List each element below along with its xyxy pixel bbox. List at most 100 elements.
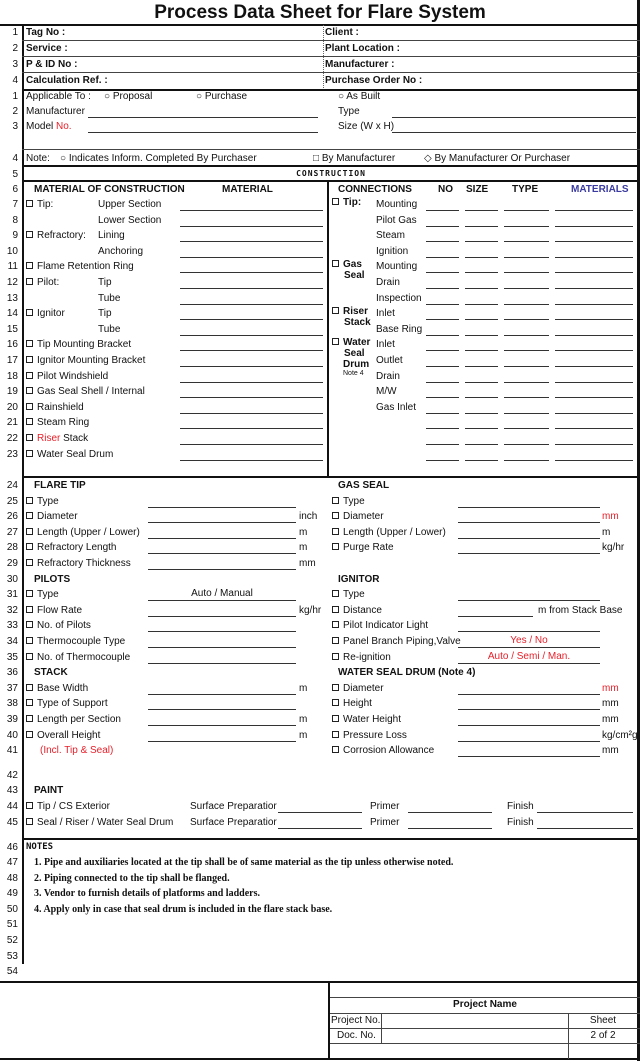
material-field[interactable] — [180, 366, 323, 367]
connection-type-field[interactable] — [504, 288, 549, 289]
connection-material-field[interactable] — [555, 366, 633, 367]
checkbox-icon[interactable] — [26, 512, 33, 520]
connection-type-field[interactable] — [504, 256, 549, 258]
connection-material-field[interactable] — [555, 272, 633, 274]
checkbox-icon[interactable] — [332, 307, 339, 315]
connection-material-field[interactable] — [555, 459, 633, 461]
field-input[interactable] — [148, 553, 296, 555]
material-field[interactable] — [180, 350, 323, 352]
connection-no-field[interactable] — [426, 288, 459, 289]
checkbox-icon[interactable] — [332, 198, 339, 205]
material-field[interactable] — [180, 428, 323, 430]
checkbox-icon[interactable] — [26, 434, 33, 441]
field-input[interactable] — [458, 553, 600, 555]
checkbox-icon[interactable] — [26, 715, 33, 722]
connection-no-field[interactable] — [426, 319, 459, 321]
connection-type-field[interactable] — [504, 428, 549, 430]
connection-no-field[interactable] — [426, 210, 459, 211]
header-field-label[interactable]: Tag No : — [26, 25, 65, 40]
field-input[interactable] — [148, 569, 296, 570]
checkbox-icon[interactable] — [26, 559, 33, 566]
connection-no-field[interactable] — [426, 241, 459, 243]
field-input[interactable] — [458, 506, 600, 508]
connection-type-field[interactable] — [504, 397, 549, 399]
connection-type-field[interactable] — [504, 303, 549, 305]
surface-prep-field[interactable] — [278, 812, 362, 813]
checkbox-icon[interactable] — [26, 683, 33, 691]
connection-type-field[interactable] — [504, 241, 549, 243]
connection-material-field[interactable] — [555, 397, 633, 399]
checkbox-icon[interactable] — [332, 527, 339, 535]
connection-no-field[interactable] — [426, 397, 459, 399]
field-input[interactable] — [148, 693, 296, 695]
checkbox-icon[interactable] — [332, 683, 339, 691]
field-input[interactable] — [458, 709, 600, 711]
field-input[interactable] — [148, 725, 296, 726]
finish-field[interactable] — [537, 827, 633, 829]
connection-type-field[interactable] — [504, 366, 549, 367]
connection-no-field[interactable] — [426, 444, 459, 445]
field-input[interactable] — [458, 725, 600, 726]
field-input[interactable] — [458, 600, 600, 602]
checkbox-icon[interactable] — [26, 402, 33, 410]
material-field[interactable] — [180, 319, 323, 321]
connection-material-field[interactable] — [555, 412, 633, 414]
field-input[interactable] — [458, 693, 600, 695]
checkbox-icon[interactable] — [332, 652, 339, 660]
connection-type-field[interactable] — [504, 210, 549, 211]
finish-field[interactable] — [537, 812, 633, 813]
connection-size-field[interactable] — [465, 350, 498, 352]
connection-size-field[interactable] — [465, 256, 498, 258]
field-input[interactable] — [148, 522, 296, 524]
material-field[interactable] — [180, 241, 323, 243]
checkbox-icon[interactable] — [332, 621, 339, 629]
material-field[interactable] — [180, 444, 323, 445]
checkbox-icon[interactable] — [26, 340, 33, 348]
checkbox-icon[interactable] — [332, 730, 339, 738]
connection-material-field[interactable] — [555, 288, 633, 289]
material-field[interactable] — [180, 210, 323, 211]
connection-no-field[interactable] — [426, 428, 459, 430]
checkbox-icon[interactable] — [26, 802, 33, 809]
connection-size-field[interactable] — [465, 319, 498, 321]
connection-material-field[interactable] — [555, 350, 633, 352]
checkbox-icon[interactable] — [26, 527, 33, 535]
checkbox-icon[interactable] — [332, 715, 339, 722]
connection-material-field[interactable] — [555, 381, 633, 383]
connection-material-field[interactable] — [555, 444, 633, 445]
material-field[interactable] — [180, 459, 323, 461]
field-input[interactable] — [148, 506, 296, 508]
connection-material-field[interactable] — [555, 210, 633, 211]
checkbox-icon[interactable] — [26, 387, 33, 395]
checkbox-icon[interactable] — [26, 200, 33, 207]
material-field[interactable] — [180, 225, 323, 227]
material-field[interactable] — [180, 288, 323, 289]
connection-type-field[interactable] — [504, 272, 549, 274]
connection-material-field[interactable] — [555, 334, 633, 336]
field-input[interactable] — [148, 647, 296, 648]
connection-size-field[interactable] — [465, 303, 498, 305]
checkbox-icon[interactable] — [332, 590, 339, 598]
connection-no-field[interactable] — [426, 225, 459, 227]
field-input[interactable] — [148, 709, 296, 711]
connection-material-field[interactable] — [555, 225, 633, 227]
checkbox-icon[interactable] — [26, 278, 33, 285]
material-field[interactable] — [180, 303, 323, 305]
field-input[interactable] — [148, 740, 296, 742]
checkbox-icon[interactable] — [26, 605, 33, 613]
connection-material-field[interactable] — [555, 428, 633, 430]
radio-purchase[interactable]: ○ Purchase — [196, 89, 247, 104]
checkbox-icon[interactable] — [26, 449, 33, 457]
primer-field[interactable] — [408, 827, 492, 829]
connection-size-field[interactable] — [465, 412, 498, 414]
connection-material-field[interactable] — [555, 319, 633, 321]
field-input[interactable] — [458, 615, 533, 617]
connection-type-field[interactable] — [504, 334, 549, 336]
type-field[interactable] — [392, 117, 636, 118]
checkbox-icon[interactable] — [332, 699, 339, 707]
connection-no-field[interactable] — [426, 459, 459, 461]
checkbox-icon[interactable] — [26, 621, 33, 629]
field-input[interactable] — [148, 615, 296, 617]
header-field-label[interactable]: P & ID No : — [26, 57, 77, 72]
field-input[interactable] — [458, 756, 600, 758]
